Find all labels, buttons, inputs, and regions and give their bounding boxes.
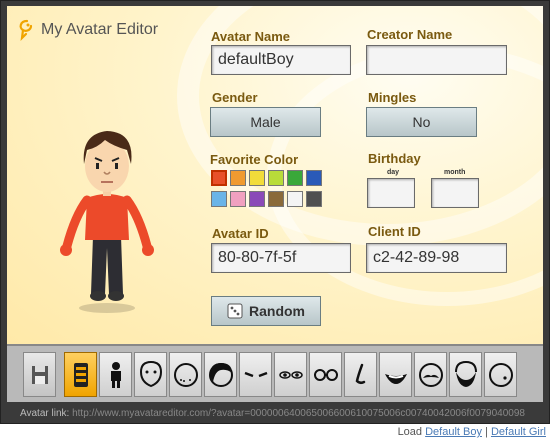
favorite-color-label: Favorite Color [210, 152, 299, 167]
save-tab[interactable] [23, 352, 56, 397]
logo-icon [19, 19, 33, 42]
random-button[interactable]: Random [211, 296, 321, 326]
eyebrows-icon [244, 371, 267, 377]
body-shape-icon [73, 362, 88, 387]
app-logo: My Avatar Editor [17, 18, 158, 42]
hair-icon [208, 362, 233, 387]
color-swatch[interactable] [287, 191, 303, 207]
avatar-link-bar: Avatar link: http://www.myavatareditor.c… [7, 405, 543, 423]
color-swatch[interactable] [249, 191, 265, 207]
mingles-label: Mingles [368, 90, 417, 105]
client-id-label: Client ID [368, 224, 421, 239]
avatar-link-label: Avatar link: [20, 408, 70, 419]
gender-button[interactable]: Male [210, 107, 321, 137]
glasses-tab[interactable] [309, 352, 342, 397]
birthday-day-label: day [387, 169, 400, 176]
avatar-link-url[interactable]: http://www.myavatareditor.com/?avatar=00… [72, 408, 525, 419]
avatar-id-field[interactable]: 80-80-7f-5f [211, 243, 351, 273]
load-default-girl-link[interactable]: Default Girl [491, 426, 546, 438]
face-shape-icon [139, 360, 162, 387]
beard-tab[interactable] [449, 352, 482, 397]
mingles-value: No [412, 114, 431, 130]
client-id-field[interactable]: c2-42-89-98 [366, 243, 507, 273]
glasses-icon [313, 368, 338, 381]
body-shape-tab[interactable] [64, 352, 97, 397]
footer-separator: | [485, 426, 488, 438]
birthday-month-label: month [444, 169, 466, 176]
eyes-tab[interactable] [274, 352, 307, 397]
birthday-label: Birthday [368, 151, 421, 166]
creator-name-label: Creator Name [367, 27, 453, 42]
feature-toolbar [7, 344, 543, 402]
color-swatch[interactable] [287, 170, 303, 186]
color-swatch[interactable] [230, 191, 246, 207]
color-swatch[interactable] [268, 191, 284, 207]
creator-name-input[interactable] [366, 45, 507, 75]
color-swatch[interactable] [249, 170, 265, 186]
color-swatch[interactable] [306, 170, 322, 186]
load-default-boy-link[interactable]: Default Boy [425, 426, 482, 438]
save-icon [31, 365, 48, 384]
birthday-day-input[interactable] [367, 178, 415, 208]
eyebrows-tab[interactable] [239, 352, 272, 397]
app-title: My Avatar Editor [41, 21, 159, 38]
color-swatch[interactable] [230, 170, 246, 186]
mole-tab[interactable] [484, 352, 517, 397]
color-swatch[interactable] [306, 191, 322, 207]
color-swatch[interactable] [211, 191, 227, 207]
color-swatch[interactable] [211, 170, 227, 186]
avatar-name-input[interactable]: defaultBoy [211, 45, 351, 75]
avatar-name-label: Avatar Name [211, 29, 291, 44]
mingles-button[interactable]: No [366, 107, 477, 137]
birthday-month-input[interactable] [431, 178, 479, 208]
gender-value: Male [250, 114, 281, 130]
avatar-preview [60, 131, 154, 313]
mustache-tab[interactable] [414, 352, 447, 397]
eyes-icon [278, 370, 303, 379]
hair-tab[interactable] [204, 352, 237, 397]
beard-icon [454, 360, 477, 387]
footer: Load Default Boy | Default Girl [398, 426, 546, 438]
avatar-id-label: Avatar ID [212, 226, 269, 241]
body-tab[interactable] [99, 352, 132, 397]
footer-load-label: Load [397, 426, 423, 438]
avatar-editor-window: My Avatar Editor Avatar Name defaultBoy [0, 0, 550, 424]
gender-label: Gender [212, 90, 258, 105]
color-swatch[interactable] [268, 170, 284, 186]
nose-icon [355, 363, 365, 384]
mole-icon [488, 362, 513, 387]
face-features-icon [173, 362, 198, 387]
face-features-tab[interactable] [169, 352, 202, 397]
mouth-tab[interactable] [379, 352, 412, 397]
body-icon [110, 361, 121, 388]
editor-panel: My Avatar Editor Avatar Name defaultBoy [7, 6, 543, 344]
mouth-icon [384, 373, 407, 384]
mustache-icon [418, 362, 443, 387]
nose-tab[interactable] [344, 352, 377, 397]
dice-icon [227, 303, 243, 319]
random-label: Random [249, 303, 305, 319]
face-shape-tab[interactable] [134, 352, 167, 397]
